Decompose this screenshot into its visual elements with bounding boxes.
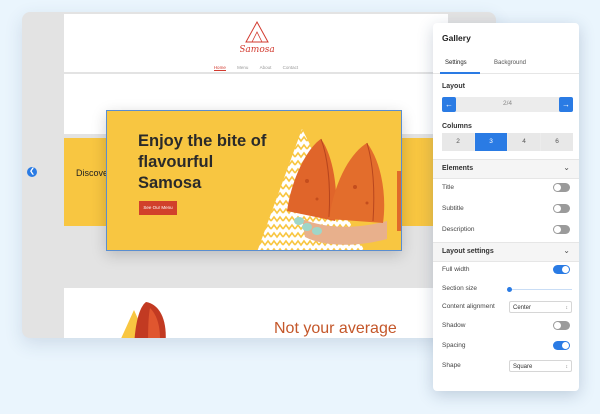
site-section-about: Not your average — [64, 288, 448, 338]
content-alignment-label: Content alignment — [442, 303, 495, 310]
chevron-down-icon: ⌄ — [563, 246, 570, 255]
toggle-knob — [562, 266, 569, 273]
toggle-knob — [562, 342, 569, 349]
panel-title: Gallery — [442, 33, 471, 43]
columns-selector: 2 3 4 6 — [442, 133, 573, 151]
svg-text:Samosa: Samosa — [240, 45, 274, 55]
site-nav: Home Menu About Contact — [64, 65, 448, 71]
spacing-label: Spacing — [442, 342, 466, 349]
tab-settings[interactable]: Settings — [445, 60, 467, 66]
layout-pager: ← 2/4 → — [442, 97, 573, 112]
content-alignment-value: Center — [513, 305, 532, 311]
shadow-toggle[interactable] — [553, 321, 570, 330]
gallery-settings-panel: Gallery Settings Background Layout ← 2/4… — [433, 23, 579, 391]
site-header: Samosa Home Menu About Contact — [64, 14, 448, 72]
description-row: Description — [433, 222, 579, 240]
gallery-slide-selected[interactable]: Enjoy the bite of flavourful Samosa See … — [106, 110, 402, 251]
content-alignment-select[interactable]: Center ↕ — [509, 301, 572, 313]
description-toggle[interactable] — [553, 225, 570, 234]
tab-background[interactable]: Background — [494, 60, 526, 66]
samosa-logo[interactable]: Samosa — [240, 20, 274, 60]
elements-section-header[interactable]: Elements ⌄ — [433, 159, 579, 179]
shadow-label: Shadow — [442, 322, 466, 329]
shape-select[interactable]: Square ↕ — [509, 360, 572, 372]
nav-item-home[interactable]: Home — [213, 65, 226, 71]
subtitle-toggle-label: Subtitle — [442, 205, 464, 212]
content-alignment-row: Content alignment Center ↕ — [433, 299, 579, 317]
nav-item-contact[interactable]: Contact — [283, 65, 299, 70]
title-toggle-label: Title — [442, 184, 455, 191]
spacing-toggle[interactable] — [553, 341, 570, 350]
section-size-slider[interactable] — [507, 287, 572, 292]
samosa-hand-image — [257, 129, 401, 250]
chevron-down-icon: ⌄ — [563, 163, 570, 172]
gallery-prev-arrow-icon[interactable]: ❮ — [27, 167, 37, 177]
subtitle-row: Subtitle — [433, 201, 579, 219]
shape-label: Shape — [442, 362, 461, 369]
columns-option-2[interactable]: 2 — [442, 133, 474, 151]
toggle-knob — [554, 322, 561, 329]
layout-settings-section-header[interactable]: Layout settings ⌄ — [433, 242, 579, 262]
full-width-label: Full width — [442, 266, 470, 273]
section-size-label: Section size — [442, 285, 478, 292]
layout-label: Layout — [442, 83, 465, 90]
nav-item-about[interactable]: About — [260, 65, 272, 70]
section-heading: Not your average — [274, 320, 397, 337]
toggle-knob — [554, 184, 561, 191]
shape-value: Square — [513, 364, 533, 370]
panel-tabs: Settings Background — [433, 57, 579, 74]
description-toggle-label: Description — [442, 226, 475, 233]
gallery-strip-text: Discove — [76, 168, 109, 178]
subtitle-toggle[interactable] — [553, 204, 570, 213]
shadow-row: Shadow — [433, 318, 579, 336]
arrow-right-icon[interactable]: → — [559, 97, 573, 112]
title-row: Title — [433, 180, 579, 198]
toggle-knob — [554, 205, 561, 212]
columns-option-4[interactable]: 4 — [508, 133, 540, 151]
samosa-image — [121, 302, 166, 338]
select-arrows-icon: ↕ — [565, 364, 569, 370]
columns-option-3[interactable]: 3 — [475, 133, 507, 151]
slider-handle[interactable] — [507, 287, 512, 292]
toggle-knob — [554, 226, 561, 233]
select-arrows-icon: ↕ — [565, 305, 569, 311]
layout-settings-heading: Layout settings — [442, 248, 494, 255]
columns-label: Columns — [442, 123, 472, 130]
layout-value: 2/4 — [502, 100, 513, 107]
nav-item-menu[interactable]: Menu — [237, 65, 248, 70]
columns-option-6[interactable]: 6 — [541, 133, 573, 151]
active-tab-indicator — [440, 72, 480, 74]
title-toggle[interactable] — [553, 183, 570, 192]
see-our-menu-button[interactable]: See Our Menu — [139, 201, 177, 215]
spacing-row: Spacing — [433, 338, 579, 356]
full-width-toggle[interactable] — [553, 265, 570, 274]
section-size-row: Section size — [433, 281, 579, 299]
elements-heading: Elements — [442, 165, 474, 172]
full-width-row: Full width — [433, 262, 579, 280]
shape-row: Shape Square ↕ — [433, 358, 579, 376]
